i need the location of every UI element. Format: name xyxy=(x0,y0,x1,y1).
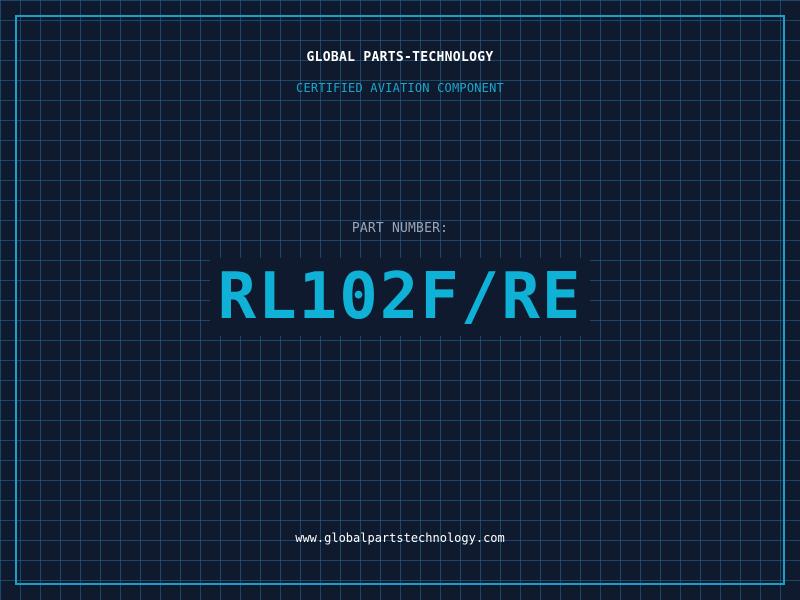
company-title: GLOBAL PARTS-TECHNOLOGY xyxy=(306,50,494,65)
part-number-label: PART NUMBER: xyxy=(351,221,449,236)
part-number-value: RL102F/RE xyxy=(209,258,591,336)
label-card: GLOBAL PARTS-TECHNOLOGY CERTIFIED AVIATI… xyxy=(0,0,800,600)
certification-subtitle: CERTIFIED AVIATION COMPONENT xyxy=(296,81,504,95)
part-number-container: RL102F/RE xyxy=(0,258,800,336)
website-url: www.globalpartstechnology.com xyxy=(295,531,505,545)
